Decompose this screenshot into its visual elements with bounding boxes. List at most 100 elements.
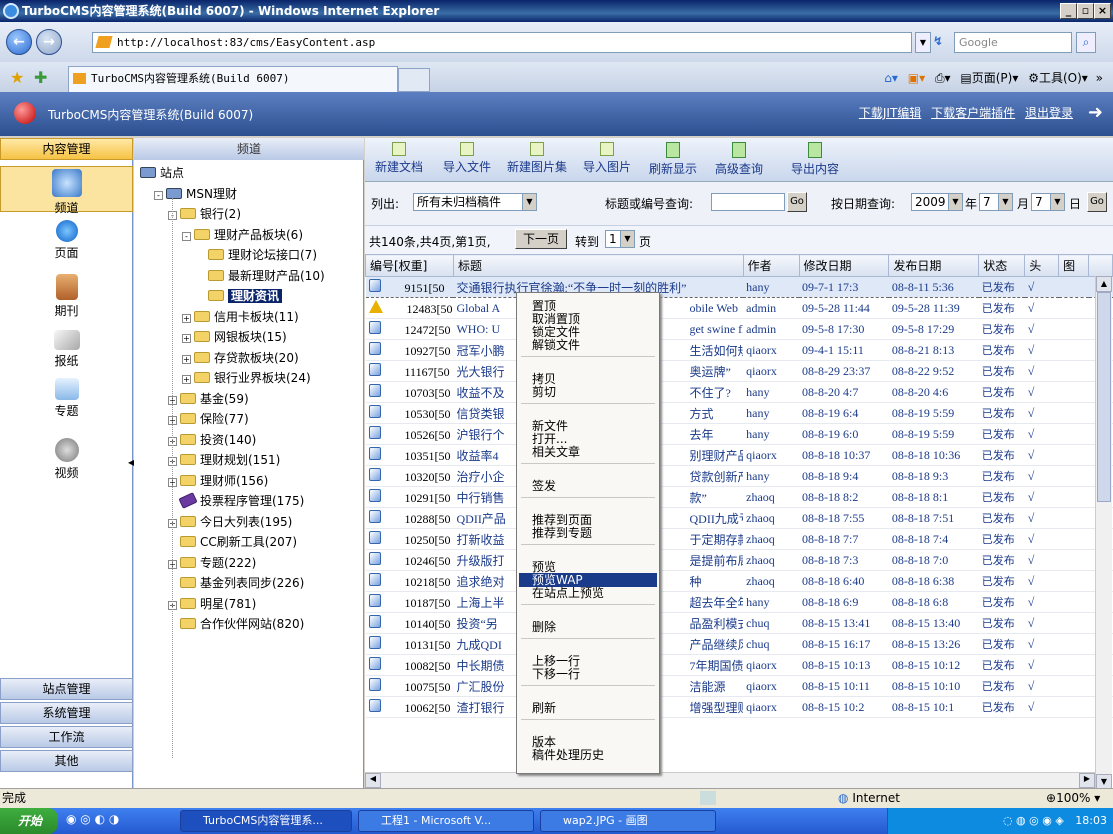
vertical-scrollbar[interactable]: ▲ ▼ (1095, 276, 1112, 790)
tree-node[interactable]: 最新理财产品(10) (196, 267, 325, 285)
page-menu[interactable]: ▤页面(P)▾ (960, 71, 1018, 85)
back-button[interactable]: ← (6, 29, 32, 55)
download-plugin-link[interactable]: 下载客户端插件 (931, 106, 1015, 120)
tree-node[interactable]: 基金列表同步(226) (168, 574, 304, 592)
context-menu-item[interactable]: 下移一行 (532, 667, 580, 681)
table-row[interactable]: 10526[50 沪银行个 去年 hany 08-8-19 6:0 08-8-19 5:5… (365, 423, 1113, 445)
tree-node[interactable]: + 基金(59) (168, 390, 249, 408)
search-go-button[interactable]: Go (787, 192, 807, 212)
context-menu-item[interactable]: 在站点上预览 (532, 586, 604, 600)
nav-item-newspaper[interactable]: 报纸 (0, 330, 133, 369)
day-select[interactable]: 7 ▼ (1031, 193, 1065, 211)
add-favorites-icon[interactable]: ✚ (34, 68, 47, 87)
tree-node[interactable]: + 银行业界板块(24) (182, 369, 311, 387)
new-document-button[interactable]: 新建文档 (375, 142, 423, 175)
table-row[interactable]: 10246[50升级版打是提前布局?zhaoq08-8-18 7:308-8-1… (365, 549, 1113, 571)
tree-node[interactable]: 投票程序管理(175) (168, 492, 304, 510)
nav-item-topic[interactable]: 专题 (0, 378, 133, 419)
tree-node[interactable]: + 保险(77) (168, 410, 249, 428)
scroll-left-button[interactable]: ◀ (365, 773, 381, 788)
table-row[interactable]: 10288[50QDII产品QDII九成亏损zhaoq08-8-18 7:550… (365, 507, 1113, 529)
context-menu-item[interactable]: 打开... (532, 432, 567, 446)
table-row[interactable]: 10320[50治疗小企贷款创新产品hany08-8-18 9:408-8-18… (365, 465, 1113, 487)
tree-node[interactable]: + 专题(222) (168, 554, 256, 572)
tree-node[interactable]: + 明星(781) (168, 595, 256, 613)
month-select[interactable]: 7 ▼ (979, 193, 1013, 211)
table-row[interactable]: 10291[50 中行销售 款” zhaoq 08-8-18 8:2 08-8-18 8:… (365, 486, 1113, 508)
logout-link[interactable]: 退出登录 (1025, 106, 1073, 120)
scroll-up-button[interactable]: ▲ (1096, 276, 1112, 292)
date-go-button[interactable]: Go (1087, 192, 1107, 212)
logout-icon[interactable]: ➜ (1088, 102, 1103, 123)
search-input[interactable]: Google (954, 32, 1072, 53)
minimize-button[interactable]: _ (1060, 3, 1077, 19)
refresh-icon[interactable]: ↯ (933, 34, 949, 50)
table-row[interactable]: 10703[50 收益不及 不住了? hany 08-8-20 4:7 08-8-20 4… (365, 381, 1113, 403)
expand-icon[interactable]: + (182, 375, 191, 384)
address-input[interactable]: http://localhost:83/cms/EasyContent.asp (92, 32, 912, 53)
task-ie[interactable]: TurboCMS内容管理系... (180, 810, 352, 832)
table-row[interactable]: 10530[50 信贷类银 方式 hany 08-8-19 6:4 08-8-19 5:5… (365, 402, 1113, 424)
tree-node[interactable]: - 银行(2) (168, 205, 241, 223)
refresh-display-button[interactable]: 刷新显示 (649, 142, 697, 177)
tree-node[interactable]: + 今日大列表(195) (168, 513, 292, 531)
zoom-level[interactable]: ⊕100% ▾ (1046, 789, 1100, 807)
tree-node[interactable]: 理财资讯 (196, 287, 283, 305)
nav-site-admin[interactable]: 站点管理 (0, 678, 133, 700)
tray-icons[interactable]: ◌ ◍ ◎ ◉ ◈ (1003, 814, 1064, 827)
context-menu-item[interactable]: 版本 (532, 735, 556, 749)
nav-item-video[interactable]: 视频 (0, 438, 133, 481)
nav-item-channel[interactable]: 频道 (0, 166, 133, 215)
context-menu-item[interactable]: 删除 (532, 620, 556, 634)
tree-node[interactable]: + 信用卡板块(11) (182, 308, 299, 326)
close-button[interactable]: × (1094, 3, 1111, 19)
collapse-icon[interactable]: - (182, 231, 191, 241)
context-menu-item[interactable]: 相关文章 (532, 445, 580, 459)
task-paint[interactable]: wap2.JPG - 画图 (540, 810, 716, 832)
task-vb[interactable]: 工程1 - Microsoft V... (358, 810, 534, 832)
maximize-button[interactable]: ▫ (1077, 3, 1094, 19)
expand-icon[interactable]: + (182, 354, 191, 364)
table-row[interactable]: 10131[50九成QDI产品继续风靡chuq08-8-15 16:1708-8… (365, 633, 1113, 655)
column-header[interactable]: 标题 (452, 254, 744, 277)
tree-node[interactable]: 站点 (140, 164, 184, 182)
context-menu-item[interactable]: 取消置顶 (532, 312, 580, 326)
context-menu-item[interactable]: 锁定文件 (532, 325, 580, 339)
import-image-button[interactable]: 导入图片 (583, 142, 631, 175)
tree-node[interactable]: - MSN理财 (154, 185, 237, 203)
nav-item-page[interactable]: 页面 (0, 220, 133, 261)
tree-node[interactable]: - 理财产品板块(6) (182, 226, 303, 244)
context-menu-item[interactable]: 推荐到专题 (532, 526, 592, 540)
advanced-search-button[interactable]: 高级查询 (715, 142, 763, 177)
context-menu-item[interactable]: 新文件 (532, 419, 568, 433)
horizontal-scrollbar[interactable]: ◀ ▶ (365, 772, 1095, 788)
context-menu-item[interactable]: 剪切 (532, 385, 556, 399)
search-icon[interactable]: ⌕ (1076, 32, 1096, 53)
context-menu-item[interactable]: 拷贝 (532, 372, 556, 386)
table-row[interactable]: 10351[50收益率4别理财产品qiaorx08-8-18 10:3708-8… (365, 444, 1113, 466)
tree-node[interactable]: 理财论坛接口(7) (196, 246, 317, 264)
start-button[interactable]: 开始 (0, 808, 58, 834)
nav-item-periodical[interactable]: 期刊 (0, 274, 133, 319)
context-menu-item[interactable]: 解锁文件 (532, 338, 580, 352)
address-dropdown-button[interactable]: ▼ (915, 32, 931, 53)
print-icon[interactable]: ⎙▾ (935, 71, 951, 85)
context-menu-item[interactable]: 签发 (532, 479, 556, 493)
tree-node[interactable]: + 网银板块(15) (182, 328, 287, 346)
table-row[interactable]: 10140[50投资“另品盈利模式chuq08-8-15 13:4108-8-1… (365, 612, 1113, 634)
tree-node[interactable]: 合作伙伴网站(820) (168, 615, 304, 633)
column-header[interactable]: 状态 (978, 254, 1026, 277)
table-row[interactable]: 12483[50 Global Aobile Web admin 09-5-28 11… (365, 297, 1113, 319)
context-menu-item[interactable]: 置顶 (532, 299, 556, 313)
column-header[interactable]: 修改日期 (798, 254, 890, 277)
next-page-button[interactable]: 下一页 (515, 229, 567, 249)
context-menu-item[interactable]: 上移一行 (532, 654, 580, 668)
nav-system-admin[interactable]: 系统管理 (0, 702, 133, 724)
forward-button[interactable]: → (36, 29, 62, 55)
table-row[interactable]: 10250[50打新收益于定期存款zhaoq08-8-18 7:708-8-18… (365, 528, 1113, 550)
tree-node[interactable]: + 理财师(156) (168, 472, 268, 490)
tab-turbocms[interactable]: TurboCMS内容管理系统(Build 6007) (68, 66, 398, 92)
column-header[interactable]: 作者 (742, 254, 800, 277)
context-menu-item[interactable]: 预览 (532, 560, 556, 574)
nav-header-content[interactable]: 内容管理 (0, 138, 133, 160)
